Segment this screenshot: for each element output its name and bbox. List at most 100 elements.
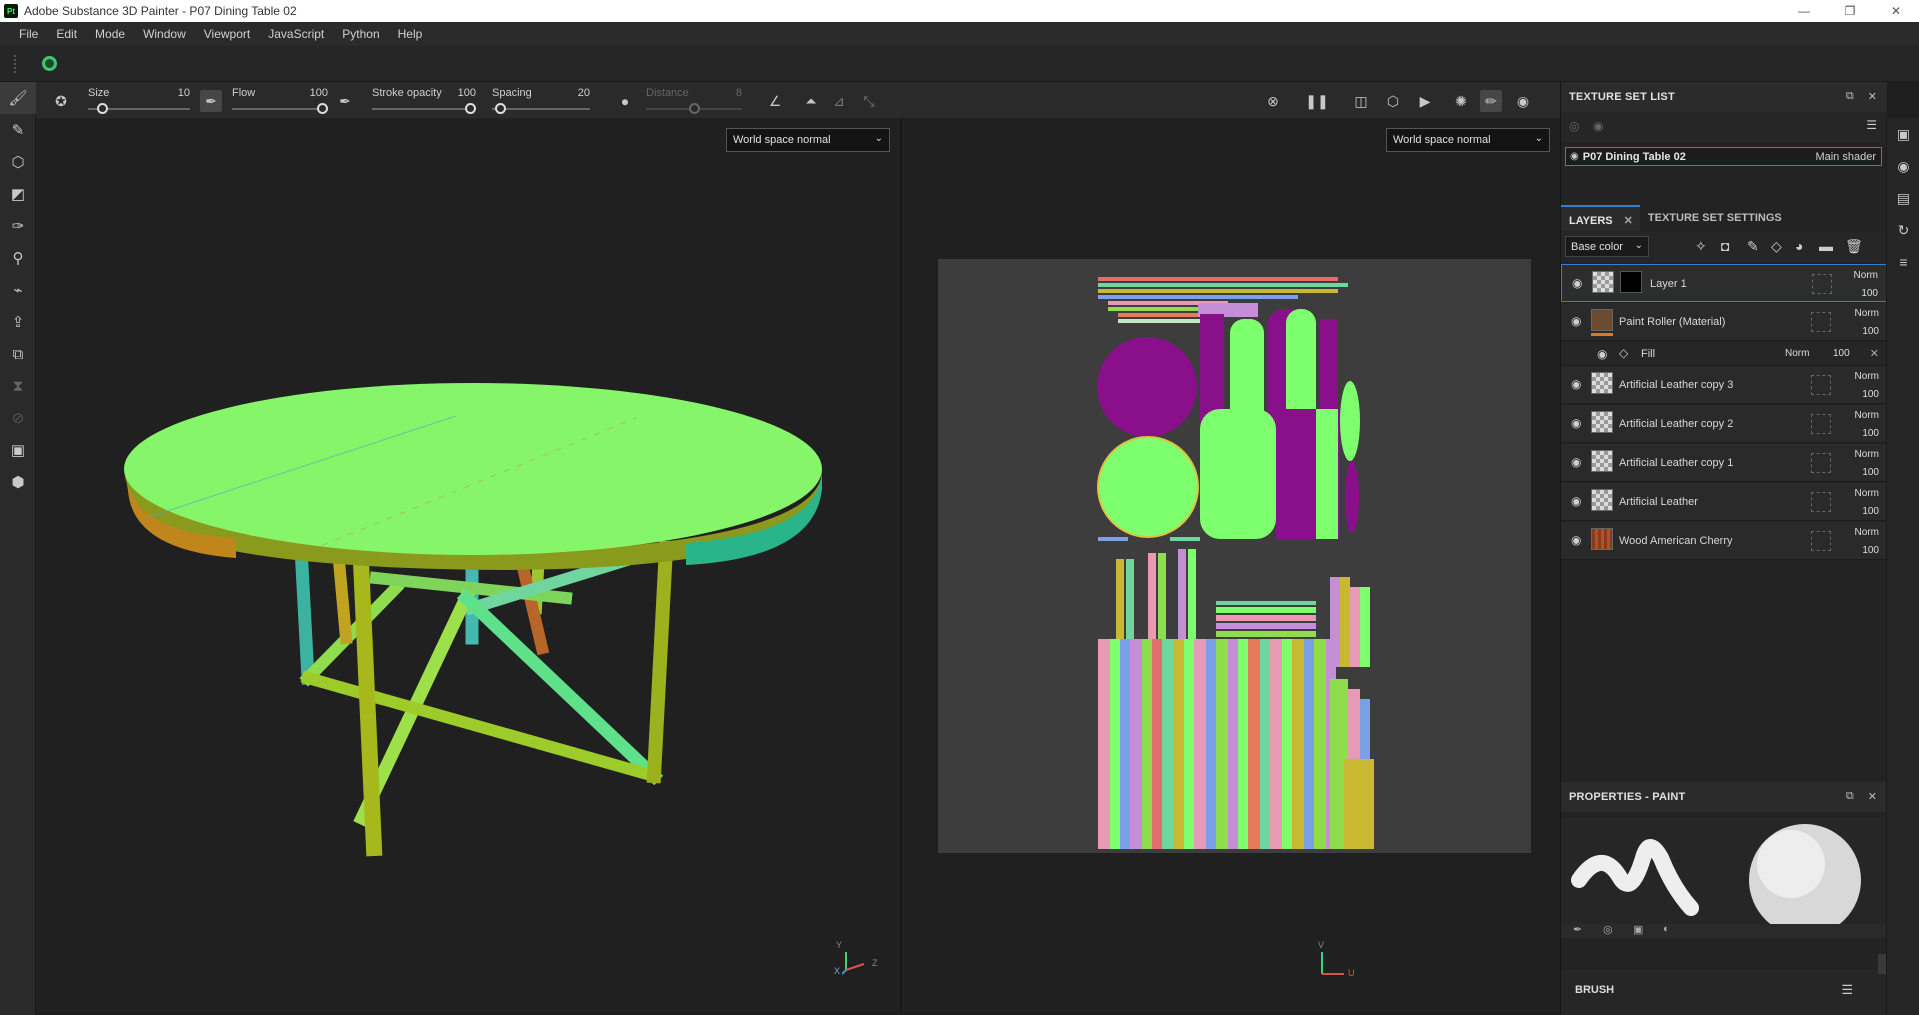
- add-folder-icon[interactable]: ▬: [1819, 238, 1833, 254]
- blend-mode[interactable]: Norm: [1854, 270, 1878, 281]
- blend-mask-slot[interactable]: [1812, 274, 1832, 294]
- menu-help[interactable]: Help: [389, 27, 432, 41]
- menu-python[interactable]: Python: [333, 27, 388, 41]
- minimize-button[interactable]: —: [1781, 0, 1827, 22]
- fill-effect-row[interactable]: ◉ ◇ Fill Norm 100 ✕: [1561, 342, 1887, 366]
- paint-mode-icon[interactable]: ✏: [1480, 90, 1502, 112]
- flow-value[interactable]: 100: [310, 87, 328, 99]
- blend-mode[interactable]: Norm: [1855, 449, 1879, 460]
- brush-icon[interactable]: ✒: [1573, 923, 1582, 936]
- display-settings-icon[interactable]: ◉: [1887, 150, 1919, 182]
- size-value[interactable]: 10: [178, 87, 190, 99]
- camera-icon[interactable]: ▶: [1414, 90, 1436, 112]
- layer-row[interactable]: ◉ Artificial Leather copy 3 Norm 100: [1561, 366, 1887, 404]
- iray-render-icon[interactable]: ✺: [1450, 90, 1472, 112]
- camera-settings-icon[interactable]: ▣: [0, 434, 36, 466]
- layer-row[interactable]: ◉ Artificial Leather Norm 100: [1561, 483, 1887, 521]
- blend-mask-slot[interactable]: [1811, 531, 1831, 551]
- list-menu-icon[interactable]: ☰: [1866, 118, 1877, 132]
- grip-handle-icon[interactable]: [14, 54, 16, 73]
- layer-opacity[interactable]: 100: [1862, 545, 1879, 556]
- layer-row[interactable]: ◉ Artificial Leather copy 2 Norm 100: [1561, 405, 1887, 443]
- blend-mode[interactable]: Norm: [1855, 410, 1879, 421]
- layer-name[interactable]: Artificial Leather copy 3: [1619, 379, 1733, 391]
- blend-mask-slot[interactable]: [1811, 312, 1831, 332]
- smart-material-icon[interactable]: ◕: [1795, 238, 1803, 254]
- flow-slider[interactable]: Flow 100: [232, 82, 328, 118]
- menu-file[interactable]: File: [10, 27, 47, 41]
- undock-icon[interactable]: ⧉: [1846, 90, 1854, 103]
- hourglass-icon[interactable]: ⧗: [0, 370, 36, 402]
- add-mask-icon[interactable]: ◘: [1721, 238, 1729, 254]
- symmetry-icon[interactable]: ⏶: [800, 90, 822, 112]
- tab-layers[interactable]: LAYERS ✕: [1561, 205, 1640, 231]
- layer-name[interactable]: Artificial Leather copy 2: [1619, 418, 1733, 430]
- lazy-mouse-icon[interactable]: ⦁: [614, 90, 636, 112]
- eye-hidden-icon[interactable]: ◎: [1569, 119, 1579, 133]
- add-effect-icon[interactable]: ✧: [1695, 238, 1707, 255]
- blend-mask-slot[interactable]: [1811, 414, 1831, 434]
- texture-set-row[interactable]: ◉ P07 Dining Table 02 Main shader: [1565, 147, 1882, 166]
- stroke-opacity-value[interactable]: 100: [458, 87, 476, 99]
- visibility-eye-icon[interactable]: ◉: [1571, 377, 1581, 391]
- visibility-eye-icon[interactable]: ◉: [1571, 494, 1581, 508]
- visibility-eye-icon[interactable]: ◉: [1572, 276, 1582, 290]
- menu-javascript[interactable]: JavaScript: [259, 27, 333, 41]
- visibility-eye-icon[interactable]: ◉: [1571, 314, 1581, 328]
- fill-blend-mode[interactable]: Norm: [1785, 348, 1809, 359]
- layer-row[interactable]: ◉ Paint Roller (Material) Norm 100: [1561, 303, 1887, 341]
- stencil-icon[interactable]: ▣: [1633, 923, 1643, 936]
- layer-name[interactable]: Layer 1: [1650, 278, 1687, 290]
- cube-view-icon[interactable]: ⬡: [1382, 90, 1404, 112]
- box-view-icon[interactable]: ⬢: [0, 466, 36, 498]
- layer-name[interactable]: Artificial Leather copy 1: [1619, 457, 1733, 469]
- brush-menu-icon[interactable]: ☰: [1841, 982, 1853, 998]
- pause-icon[interactable]: ❚❚: [1305, 90, 1328, 112]
- shelf-icon[interactable]: ▤: [1887, 182, 1919, 214]
- symmetry-off-icon[interactable]: ⊿: [828, 90, 850, 112]
- close-button[interactable]: ✕: [1873, 0, 1919, 22]
- layer-row[interactable]: ◉ Layer 1 Norm 100: [1561, 264, 1887, 302]
- spacing-value[interactable]: 20: [578, 87, 590, 99]
- history-icon[interactable]: ↻: [1887, 214, 1919, 246]
- sync-status-icon[interactable]: [42, 56, 57, 71]
- blend-mode[interactable]: Norm: [1855, 308, 1879, 319]
- visibility-eye-icon[interactable]: ◉: [1571, 455, 1581, 469]
- clone-tool-icon[interactable]: ⚲: [0, 242, 36, 274]
- texture-set-shader[interactable]: Main shader: [1815, 151, 1876, 163]
- flow-knob[interactable]: [317, 103, 328, 114]
- flow-pressure-icon[interactable]: ✒: [334, 90, 356, 112]
- channel-filter-select[interactable]: Base color ⌄: [1565, 236, 1649, 257]
- size-slider[interactable]: Size 10: [88, 82, 190, 118]
- add-paint-layer-icon[interactable]: ✎: [1747, 238, 1759, 255]
- close-panel-icon[interactable]: ✕: [1868, 90, 1877, 103]
- screenshot-icon[interactable]: ◉: [1512, 90, 1534, 112]
- layer-name[interactable]: Artificial Leather: [1619, 496, 1698, 508]
- camera-settings-icon[interactable]: ▣: [1887, 118, 1919, 150]
- delete-layer-icon[interactable]: 🗑: [1845, 238, 1863, 255]
- visibility-eye-icon[interactable]: ◉: [1597, 347, 1607, 361]
- fill-opacity[interactable]: 100: [1833, 348, 1850, 359]
- layer-opacity[interactable]: 100: [1862, 506, 1879, 517]
- blend-mask-slot[interactable]: [1811, 492, 1831, 512]
- eye-icon[interactable]: ◉: [1570, 151, 1579, 162]
- stroke-opacity-knob[interactable]: [465, 103, 476, 114]
- blend-mask-slot[interactable]: [1811, 453, 1831, 473]
- blend-mode[interactable]: Norm: [1855, 371, 1879, 382]
- projection-tool-icon[interactable]: ⬡: [0, 146, 36, 178]
- stroke-opacity-slider[interactable]: Stroke opacity 100: [372, 82, 476, 118]
- viewport-3d[interactable]: World space normal ⌄ Y X Z: [36, 118, 900, 1012]
- export-icon[interactable]: ⇪: [0, 306, 36, 338]
- visibility-eye-icon[interactable]: ◉: [1571, 416, 1581, 430]
- close-panel-icon[interactable]: ✕: [1868, 790, 1877, 803]
- bake-icon[interactable]: ⧉: [0, 338, 36, 370]
- split-view-icon[interactable]: ◫: [1350, 90, 1372, 112]
- layer-name[interactable]: Paint Roller (Material): [1619, 316, 1725, 328]
- viewport-2d[interactable]: World space normal ⌄ V U: [902, 118, 1560, 1012]
- spacing-knob[interactable]: [495, 103, 506, 114]
- alpha-icon[interactable]: ◎: [1603, 923, 1613, 936]
- layer-opacity[interactable]: 100: [1861, 288, 1878, 299]
- color-picker-icon[interactable]: ⌁: [0, 274, 36, 306]
- angle-icon[interactable]: ∠: [764, 90, 786, 112]
- layer-opacity[interactable]: 100: [1862, 389, 1879, 400]
